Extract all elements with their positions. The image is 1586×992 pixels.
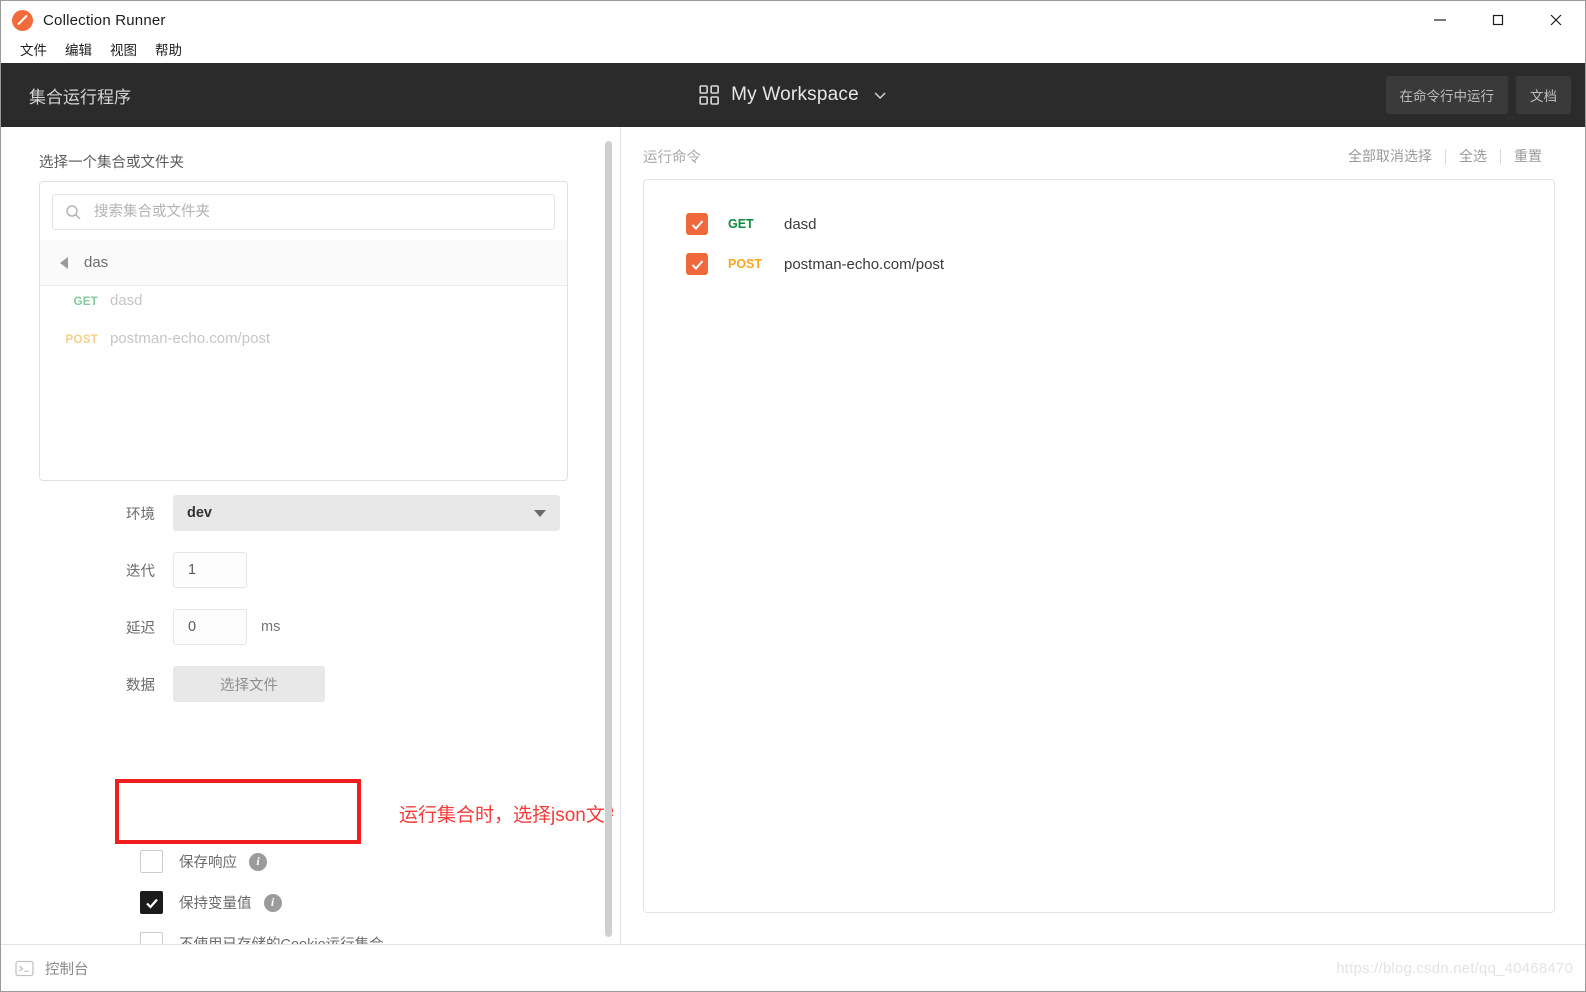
back-arrow-icon[interactable] <box>60 256 68 269</box>
close-icon[interactable] <box>1527 1 1585 39</box>
menu-bar: 文件 编辑 视图 帮助 <box>1 39 1585 63</box>
grid-icon <box>699 85 719 105</box>
request-name: dasd <box>784 215 817 233</box>
collection-runner-window: Collection Runner 文件 编辑 视图 帮助 集合运行程序 My … <box>0 0 1586 992</box>
checkbox[interactable] <box>686 213 708 235</box>
right-pane: 运行命令 全部取消选择 全选 重置 GET dasd POST postman-… <box>627 127 1585 945</box>
menu-item-file[interactable]: 文件 <box>11 39 56 63</box>
status-bar: 控制台 https://blog.csdn.net/qq_40468470 <box>1 944 1585 991</box>
delay-label: 延迟 <box>126 620 155 637</box>
request-name: postman-echo.com/post <box>784 255 945 273</box>
environment-select[interactable]: dev <box>173 495 560 531</box>
picker-request-list: GET dasd POST postman-echo.com/post <box>40 286 567 368</box>
postman-logo-icon <box>12 9 33 31</box>
right-pane-header: 运行命令 全部取消选择 全选 重置 <box>627 127 1585 185</box>
table-row[interactable]: GET dasd <box>644 204 1554 244</box>
reset-button[interactable]: 重置 <box>1501 146 1555 166</box>
chevron-down-icon <box>534 509 546 517</box>
workspace-name: My Workspace <box>731 84 859 105</box>
request-method: POST <box>728 257 763 271</box>
annotation-text: 运行集合时，选择json文件 <box>399 805 613 826</box>
request-name: postman-echo.com/post <box>110 330 271 347</box>
iterations-label: 迭代 <box>126 563 155 580</box>
checkbox[interactable] <box>140 891 163 914</box>
header-actions: 在命令行中运行 文档 <box>1385 76 1571 114</box>
left-pane-scrollbar[interactable] <box>605 141 612 937</box>
select-file-button[interactable]: 选择文件 <box>173 666 325 702</box>
console-label: 控制台 <box>45 961 89 978</box>
request-method: GET <box>728 217 754 231</box>
checkbox[interactable] <box>686 253 708 275</box>
window-controls <box>1411 1 1585 39</box>
option-keep-variable-values[interactable]: 保持变量值 i <box>1 882 613 923</box>
run-options: 保存响应 i 保持变量值 i 不使用已存储的Cookie运行集合 <box>1 841 613 945</box>
search-collection-box[interactable] <box>52 194 555 230</box>
app-header: 集合运行程序 My Workspace 在命令行中运行 文档 <box>1 63 1585 127</box>
run-order-actions: 全部取消选择 全选 重置 <box>1335 146 1555 166</box>
window-title: Collection Runner <box>43 11 166 29</box>
request-method: POST <box>65 334 98 346</box>
request-method: GET <box>73 296 98 308</box>
main-content: 选择一个集合或文件夹 das GET dasd <box>1 127 1585 945</box>
docs-button[interactable]: 文档 <box>1516 76 1571 114</box>
watermark: https://blog.csdn.net/qq_40468470 <box>1336 959 1573 977</box>
data-row: 数据 选择文件 <box>1 666 613 702</box>
menu-item-help[interactable]: 帮助 <box>146 39 191 63</box>
environment-value: dev <box>187 505 212 521</box>
delay-input[interactable]: 0 <box>173 609 247 645</box>
minimize-icon[interactable] <box>1411 1 1469 39</box>
run-order-list: GET dasd POST postman-echo.com/post <box>643 179 1555 913</box>
iterations-input[interactable]: 1 <box>173 552 247 588</box>
environment-label: 环境 <box>126 506 155 523</box>
delay-unit: ms <box>261 619 281 635</box>
info-icon[interactable]: i <box>249 852 267 871</box>
option-label: 保持变量值 <box>179 896 252 912</box>
run-order-title: 运行命令 <box>643 149 701 166</box>
info-icon[interactable]: i <box>263 893 282 912</box>
chevron-down-icon <box>874 92 886 99</box>
option-save-responses[interactable]: 保存响应 i <box>1 841 613 882</box>
annotation-highlight-box <box>115 779 361 844</box>
iterations-row: 迭代 1 <box>1 552 613 588</box>
search-icon <box>66 204 81 220</box>
environment-row: 环境 dev <box>1 495 613 531</box>
console-button[interactable]: 控制台 <box>15 958 89 979</box>
deselect-all-button[interactable]: 全部取消选择 <box>1335 146 1445 166</box>
workspace-selector[interactable]: My Workspace <box>699 84 887 106</box>
collection-picker: das GET dasd POST postman-echo.com/post <box>39 181 568 481</box>
left-pane: 选择一个集合或文件夹 das GET dasd <box>1 127 613 945</box>
list-item[interactable]: POST postman-echo.com/post <box>40 330 567 368</box>
option-run-without-stored-cookies[interactable]: 不使用已存储的Cookie运行集合 <box>1 923 613 945</box>
select-all-button[interactable]: 全选 <box>1446 146 1500 166</box>
delay-row: 延迟 0 ms <box>1 609 613 645</box>
menu-item-edit[interactable]: 编辑 <box>56 39 101 63</box>
run-in-cli-button[interactable]: 在命令行中运行 <box>1385 76 1508 114</box>
maximize-icon[interactable] <box>1469 1 1527 39</box>
pane-divider <box>620 127 621 945</box>
request-name: dasd <box>110 292 143 309</box>
menu-item-view[interactable]: 视图 <box>101 39 146 63</box>
select-collection-label: 选择一个集合或文件夹 <box>39 155 184 171</box>
checkbox[interactable] <box>140 850 163 873</box>
run-settings-form: 环境 dev 迭代 1 延迟 0 ms 数据 选择文件 <box>1 495 613 723</box>
list-item[interactable]: GET dasd <box>40 292 567 330</box>
title-bar: Collection Runner <box>1 1 1585 39</box>
data-label: 数据 <box>126 677 155 694</box>
header-title: 集合运行程序 <box>29 87 131 107</box>
table-row[interactable]: POST postman-echo.com/post <box>644 244 1554 284</box>
terminal-icon <box>15 960 34 976</box>
breadcrumb-collection-name: das <box>84 254 109 271</box>
option-label: 保存响应 <box>179 855 237 871</box>
breadcrumb[interactable]: das <box>40 240 567 286</box>
search-input[interactable] <box>92 203 554 221</box>
